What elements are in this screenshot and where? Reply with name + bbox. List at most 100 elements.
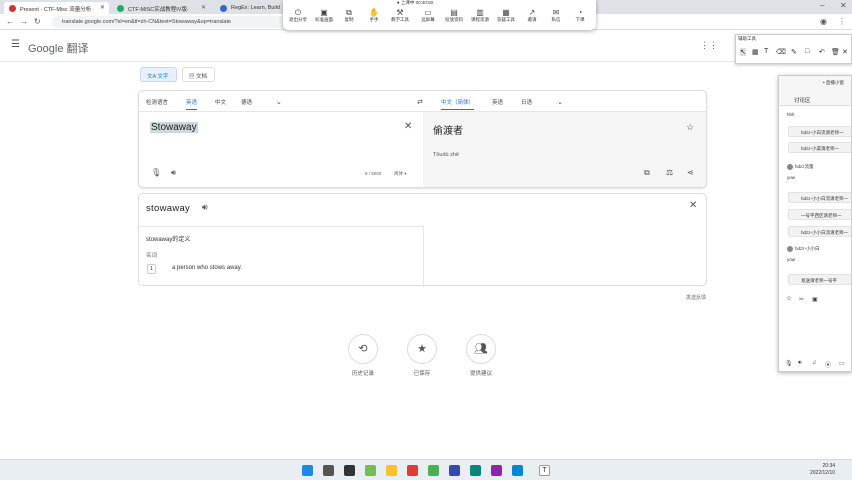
- close-icon[interactable]: ✕: [100, 4, 105, 11]
- romanization-text: Tōudù zhě: [433, 152, 459, 158]
- image-icon[interactable]: ▣: [812, 296, 818, 303]
- saved-button[interactable]: ★: [407, 334, 437, 364]
- close-icon[interactable]: ✕: [842, 48, 848, 56]
- reload-icon[interactable]: ↻: [34, 17, 41, 26]
- history-button[interactable]: ⟲: [348, 334, 378, 364]
- trash-icon[interactable]: 🗑︎: [831, 48, 840, 56]
- scissors-icon[interactable]: ✂: [799, 296, 804, 303]
- task-view-icon[interactable]: [323, 465, 334, 476]
- more-icon[interactable]: ⋮: [838, 17, 846, 26]
- end-class-button[interactable]: ◔ 下课: [567, 8, 593, 23]
- copy-button[interactable]: ⧉ 复制: [336, 8, 362, 23]
- hand-button[interactable]: ✋ 手手: [361, 8, 387, 23]
- teaching-tools-button[interactable]: ⚒ 教学工具: [387, 8, 413, 23]
- source-speaker-icon[interactable]: 🔊︎: [171, 168, 176, 178]
- lang-detect[interactable]: 检测语言: [146, 95, 168, 109]
- lang-target-japanese[interactable]: 日语: [521, 95, 532, 109]
- google-translate-logo[interactable]: Google 翻译: [28, 40, 89, 56]
- assist-tools-title: 辅助工具: [738, 36, 756, 41]
- dictionary-speaker-icon[interactable]: 🔊︎: [202, 202, 208, 213]
- share-icon[interactable]: ⋖: [687, 168, 694, 177]
- materials-button[interactable]: ▤ 投放资料: [441, 8, 467, 23]
- standard-view-button[interactable]: ▣ 标准画面: [311, 8, 337, 23]
- document-mode-button[interactable]: ▤ 文档: [182, 67, 215, 82]
- chat-bubble: hdzz-小小白流请老师一: [788, 192, 851, 203]
- rate-translation-icon[interactable]: ⚖: [666, 168, 673, 177]
- swap-languages-icon[interactable]: ⇄: [417, 95, 423, 109]
- chrome-icon[interactable]: [428, 465, 439, 476]
- speaker-icon[interactable]: 🔊︎: [798, 360, 802, 367]
- music-icon[interactable]: ♫: [812, 360, 817, 366]
- exit-share-button[interactable]: ⏻ 退出分享: [285, 8, 311, 23]
- browser-tab[interactable]: CTF-MISC实战教程IV版· ✕: [112, 2, 210, 14]
- save-star-icon[interactable]: ☆: [686, 122, 694, 133]
- part-of-speech: 名词: [146, 253, 158, 259]
- close-icon[interactable]: ✕: [201, 4, 206, 11]
- app-icon[interactable]: [449, 465, 460, 476]
- tab-discussion[interactable]: 讨论区: [794, 96, 811, 104]
- close-icon[interactable]: ✕: [689, 200, 697, 211]
- definition-text: a person who stows away.: [172, 265, 242, 271]
- qa-tools-button[interactable]: ▦ 答疑工具: [493, 8, 519, 23]
- source-lang-dropdown-icon[interactable]: ⌄: [276, 95, 282, 109]
- lang-source-german[interactable]: 德语: [241, 95, 252, 109]
- app-icon[interactable]: [344, 465, 355, 476]
- camera-icon[interactable]: ⦿: [825, 360, 831, 369]
- clear-text-icon[interactable]: ✕: [404, 121, 412, 132]
- translate-panel: 检测语言 英语 中文 德语 ⌄ ⇄ 中文（简体） 英语 日语 ⌄ Stowawa…: [138, 90, 707, 188]
- pen-icon[interactable]: ✎: [791, 48, 797, 56]
- chat-bubble: hdzz-小小白流请老师一: [788, 226, 851, 237]
- target-lang-dropdown-icon[interactable]: ⌄: [557, 95, 563, 109]
- remote-screen-button[interactable]: ▭ 远屏幕: [415, 8, 441, 23]
- start-icon[interactable]: [302, 465, 313, 476]
- profile-icon[interactable]: ◉: [820, 17, 827, 26]
- app-icon[interactable]: [470, 465, 481, 476]
- microphone-icon[interactable]: 🎙︎: [151, 168, 161, 177]
- app-icon[interactable]: [491, 465, 502, 476]
- grid-icon[interactable]: ▦: [752, 48, 759, 56]
- definition-number: 1: [147, 264, 156, 274]
- copy-icon[interactable]: ⧉: [644, 168, 650, 178]
- undo-icon[interactable]: ↶: [819, 48, 825, 56]
- app-icon[interactable]: [407, 465, 418, 476]
- hamburger-menu-icon[interactable]: ☰: [11, 39, 20, 50]
- send-feedback-link[interactable]: 发送反馈: [686, 294, 706, 301]
- definition-heading: stowaway的定义: [146, 237, 191, 243]
- invite-button[interactable]: ↗ 邀请: [519, 8, 545, 23]
- google-header: ☰ Google 翻译 ⋮⋮: [0, 38, 852, 56]
- apps-icon[interactable]: ⋮⋮: [700, 40, 718, 51]
- app-icon[interactable]: [365, 465, 376, 476]
- lang-target-english[interactable]: 英语: [492, 95, 503, 109]
- browser-tab[interactable]: RegEx: Learn, Build: [215, 2, 283, 14]
- text-mode-button[interactable]: 文A 文字: [140, 67, 177, 82]
- contribute-button[interactable]: 👥︎: [466, 334, 496, 364]
- shape-icon[interactable]: □: [805, 48, 809, 55]
- eraser-icon[interactable]: ⌫: [776, 48, 786, 56]
- dictionary-vertical-divider: [423, 226, 424, 287]
- text-tool-icon[interactable]: T: [764, 48, 768, 55]
- chat-tab-divider: [779, 105, 851, 106]
- system-clock[interactable]: 20:34 2022/12/10: [810, 463, 835, 477]
- message-button[interactable]: ✉ 私信: [543, 8, 569, 23]
- course-resources-button[interactable]: ▥ 课程资源: [467, 8, 493, 23]
- text-app-icon[interactable]: T: [539, 465, 550, 476]
- class-recorder-toolbar: ● 上课中 00:40:50 ⏻ 退出分享 ▣ 标准画面 ⧉ 复制 ✋ 手手 ⚒ 教学工具…: [283, 0, 596, 30]
- lang-source-english[interactable]: 英语: [186, 95, 198, 110]
- folder-icon[interactable]: [386, 465, 397, 476]
- forward-icon[interactable]: →: [20, 17, 28, 26]
- input-method-selector[interactable]: 简体 ▾: [394, 171, 407, 177]
- tab-label: Present · CTF-Misc 流量分析 ·: [20, 7, 95, 13]
- back-icon[interactable]: ←: [6, 17, 14, 26]
- close-window-icon[interactable]: ✕: [840, 1, 847, 10]
- app-icon[interactable]: [512, 465, 523, 476]
- minimize-icon[interactable]: –: [820, 1, 824, 10]
- source-text-input[interactable]: Stowaway: [150, 122, 198, 133]
- share-screen-icon[interactable]: ▭: [839, 360, 845, 367]
- mic-icon[interactable]: 🎙︎: [785, 360, 793, 367]
- chat-bubble: 发送请老师一号平: [788, 274, 851, 285]
- emoji-icon[interactable]: ☺: [786, 296, 792, 302]
- lang-source-chinese[interactable]: 中文: [215, 95, 226, 109]
- lang-target-chinese[interactable]: 中文（简体）: [441, 95, 475, 110]
- pointer-icon[interactable]: ↖: [740, 48, 746, 56]
- browser-tab[interactable]: Present · CTF-Misc 流量分析 · ✕: [4, 2, 109, 14]
